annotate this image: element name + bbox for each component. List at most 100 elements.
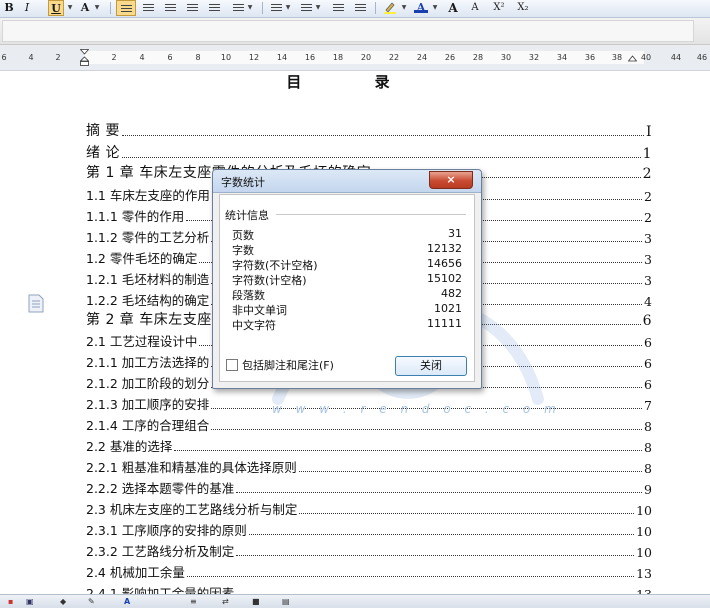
line-spacing-button[interactable] xyxy=(230,0,246,16)
toc-entry-page: 2 xyxy=(644,189,652,204)
ruler-number: 20 xyxy=(360,53,372,62)
stat-row: 段落数 482 xyxy=(232,287,462,302)
shadow-icon[interactable]: ■ xyxy=(252,597,260,606)
toc-entry[interactable]: 2.4 机械加工余量 13 xyxy=(86,560,652,581)
draw-tool-icon[interactable]: ▪ xyxy=(8,597,13,606)
arrow-style-icon[interactable]: ⇄ xyxy=(222,597,229,606)
ruler-number: 6 xyxy=(1,53,7,62)
drawing-toolbar: ▪ ▣ ◆ ✎ A ≡ ⇄ ■ ▤ xyxy=(0,594,710,608)
include-footnotes-checkbox[interactable] xyxy=(226,359,238,371)
stat-label: 段落数 xyxy=(232,289,265,302)
toc-entry-page: 8 xyxy=(644,440,652,455)
dialog-close-button[interactable]: × xyxy=(429,171,473,189)
increase-indent-icon xyxy=(354,4,366,13)
toc-entry-title: 2.1.4 工序的合理组合 xyxy=(86,418,210,433)
pen-icon[interactable]: ✎ xyxy=(88,597,95,606)
highlight-button[interactable] xyxy=(382,0,398,16)
font-color-button[interactable]: A xyxy=(79,0,91,16)
shape-icon[interactable]: ◆ xyxy=(60,597,66,606)
toc-title: 目 录 xyxy=(286,73,424,91)
toc-entry[interactable]: 2.2.2 选择本题零件的基准 9 xyxy=(86,476,652,497)
bullets-button[interactable] xyxy=(298,0,314,16)
ruler-number: 30 xyxy=(500,53,512,62)
toc-entry-page: 7 xyxy=(644,398,652,413)
ruler-number: 14 xyxy=(276,53,288,62)
dialog-titlebar[interactable]: 字数统计 × xyxy=(213,170,481,193)
distributed-button[interactable] xyxy=(206,0,222,16)
toc-entry[interactable]: 2.3.2 工艺路线分析及制定 10 xyxy=(86,539,652,560)
toc-entry-title: 2.4 机械加工余量 xyxy=(86,565,185,580)
font-color-a-button[interactable]: A xyxy=(414,0,428,14)
toc-entry-title: 摘 要 xyxy=(86,123,120,139)
ruler-number: 2 xyxy=(55,53,61,62)
toc-entry[interactable]: 2.3 机床左支座的工艺路线分析与制定 10 xyxy=(86,497,652,518)
ruler-number: 4 xyxy=(139,53,145,62)
toc-entry[interactable]: 2.2.1 粗基准和精基准的具体选择原则 8 xyxy=(86,455,652,476)
toc-entry-page: 2 xyxy=(642,166,652,182)
bullets-dropdown-icon[interactable]: ▼ xyxy=(314,0,322,16)
right-indent-marker-icon[interactable] xyxy=(628,55,637,66)
subscript-button[interactable]: X₂ xyxy=(514,0,532,16)
shrink-font-button[interactable]: A xyxy=(468,0,482,16)
justify-button[interactable] xyxy=(184,0,200,16)
grow-font-button[interactable]: A xyxy=(446,0,460,16)
stat-value: 14656 xyxy=(427,257,462,270)
3d-icon[interactable]: ▤ xyxy=(282,597,290,606)
toc-entry-title: 2.3.1 工序顺序的安排的原则 xyxy=(86,523,247,538)
toc-entry-title: 1.2 零件毛坯的确定 xyxy=(86,251,198,266)
font-color-icon[interactable]: A xyxy=(124,597,130,606)
decrease-indent-button[interactable] xyxy=(330,0,346,16)
ruler-number: 46 xyxy=(696,53,708,62)
underline-dropdown-icon[interactable]: ▼ xyxy=(66,0,74,16)
stat-label: 字符数(不计空格) xyxy=(232,259,318,272)
highlight-dropdown-icon[interactable]: ▼ xyxy=(400,0,408,16)
toc-entry[interactable]: 绪 论 1 xyxy=(86,141,652,162)
toc-entry-title: 2.3.2 工艺路线分析及制定 xyxy=(86,544,235,559)
horizontal-ruler[interactable]: 6 4 2 2 2 4 6 8 10 12 14 16 18 20 22 24 … xyxy=(0,45,710,71)
numbering-icon xyxy=(270,4,282,13)
toc-entry-page: 10 xyxy=(636,545,652,560)
align-right-button[interactable] xyxy=(162,0,178,16)
line-spacing-dropdown-icon[interactable]: ▼ xyxy=(246,0,254,16)
text-box-icon[interactable]: ▣ xyxy=(26,597,34,606)
first-line-indent-marker-icon[interactable] xyxy=(80,49,89,66)
underline-button[interactable]: U xyxy=(48,0,64,16)
stat-value: 15102 xyxy=(427,272,462,285)
close-button[interactable]: 关闭 xyxy=(395,356,467,376)
bold-button[interactable]: B xyxy=(2,0,16,16)
toc-entry-title: 第 2 章 车床左支座 xyxy=(86,312,212,328)
increase-indent-button[interactable] xyxy=(352,0,368,16)
toc-entry-page: 10 xyxy=(636,524,652,539)
line-style-icon[interactable]: ≡ xyxy=(190,597,197,606)
group-divider xyxy=(276,214,466,215)
toc-entry-title: 1.1.1 零件的作用 xyxy=(86,209,185,224)
align-center-button[interactable] xyxy=(140,0,156,16)
toc-entry-page: 8 xyxy=(644,419,652,434)
toc-entry[interactable]: 摘 要I xyxy=(86,119,652,140)
toc-entry-title: 1.2.2 毛坯结构的确定 xyxy=(86,293,210,308)
toc-entry[interactable]: 2.2 基准的选择 8 xyxy=(86,434,652,455)
font-color-a-dropdown-icon[interactable]: ▼ xyxy=(431,0,439,16)
font-color-dropdown-icon[interactable]: ▼ xyxy=(93,0,101,16)
toolbar-separator xyxy=(262,2,263,14)
ruler-number: 40 xyxy=(640,53,652,62)
toc-entry-page: 13 xyxy=(636,566,652,581)
decrease-indent-icon xyxy=(332,4,344,13)
stat-value: 31 xyxy=(448,227,462,240)
italic-button[interactable]: I xyxy=(20,0,34,16)
document-icon[interactable] xyxy=(28,294,44,313)
stat-value: 1021 xyxy=(434,302,462,315)
toc-entry-title: 2.2.2 选择本题零件的基准 xyxy=(86,481,235,496)
toc-dot-leader xyxy=(186,576,635,577)
superscript-button[interactable]: X² xyxy=(490,0,508,16)
toc-entry-page: 6 xyxy=(644,335,652,350)
toc-entry[interactable]: 2.3.1 工序顺序的安排的原则 10 xyxy=(86,518,652,539)
numbering-dropdown-icon[interactable]: ▼ xyxy=(284,0,292,16)
toc-entry-title: 2.1.2 加工阶段的划分 xyxy=(86,376,210,391)
include-footnotes-label[interactable]: 包括脚注和尾注(F) xyxy=(242,357,334,373)
align-left-button[interactable] xyxy=(116,0,136,16)
align-right-icon xyxy=(164,4,176,13)
numbering-button[interactable] xyxy=(268,0,284,16)
ruler-number: 18 xyxy=(332,53,344,62)
toc-entry-page: 3 xyxy=(644,273,652,288)
